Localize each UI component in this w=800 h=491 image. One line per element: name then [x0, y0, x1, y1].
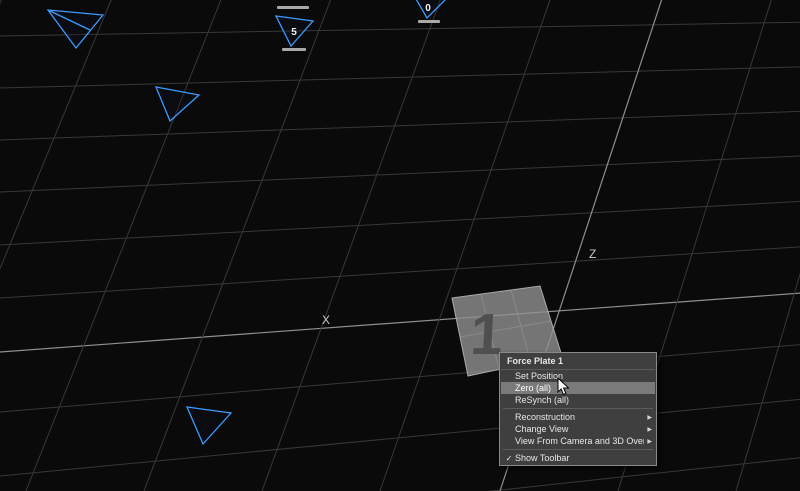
menu-item-label: Zero (all) [515, 383, 649, 393]
grid-line [0, 153, 800, 194]
camera-icon-0[interactable]: 0 [412, 0, 448, 23]
z-axis-label: Z [589, 247, 596, 261]
grid-line [733, 0, 800, 491]
3d-viewport[interactable]: X Z 1 5 0 [0, 0, 800, 491]
check-icon: ✓ [503, 454, 515, 463]
camera-icon[interactable] [156, 87, 199, 121]
submenu-arrow-icon: ▶ [647, 414, 652, 421]
grid-line [0, 109, 800, 141]
menu-item-zero-all[interactable]: Zero (all) [501, 382, 655, 394]
perspective-grid: X Z 1 5 0 [0, 0, 800, 491]
menu-item-change-view[interactable]: Change View▶ [501, 423, 655, 435]
camera-info-text [277, 6, 309, 9]
grid-line [0, 394, 800, 480]
menu-item-label: Change View [515, 424, 644, 434]
camera-info-text [418, 20, 440, 23]
menu-item-reconstruction[interactable]: Reconstruction▶ [501, 411, 655, 423]
menu-item-label: View From Camera and 3D Overlay [515, 436, 644, 446]
grid-line [141, 0, 335, 491]
grid-line [0, 340, 800, 416]
camera-icon[interactable] [187, 407, 231, 444]
menu-separator [503, 449, 653, 450]
submenu-arrow-icon: ▶ [647, 426, 652, 433]
x-axis-label: X [322, 313, 330, 327]
grid-line [259, 0, 444, 491]
axis-grid-line [0, 289, 800, 355]
grid-line [0, 65, 800, 89]
grid-line [0, 198, 800, 247]
grid-line [0, 21, 800, 36]
menu-item-label: Reconstruction [515, 412, 644, 422]
context-menu-items: Set Position Zero (all) ReSynch (all) Recon… [501, 370, 655, 464]
camera-number: 0 [425, 3, 431, 14]
menu-item-set-position[interactable]: Set Position [501, 370, 655, 382]
menu-item-label: Set Position [515, 371, 649, 381]
camera-info-text [282, 48, 306, 51]
grid-line [0, 0, 115, 491]
menu-item-label: Show Toolbar [515, 453, 649, 463]
camera-number: 5 [291, 27, 297, 38]
menu-item-view-from-camera-and-3d-overlay[interactable]: View From Camera and 3D Overlay▶ [501, 435, 655, 447]
context-menu-title: Force Plate 1 [501, 354, 655, 370]
context-menu: Force Plate 1 Set Position Zero (all) ReSy… [499, 352, 657, 466]
camera-icon-5[interactable]: 5 [276, 6, 313, 51]
floor-grid [0, 0, 800, 491]
grid-line [0, 451, 800, 491]
menu-item-resynch-all[interactable]: ReSynch (all) [501, 394, 655, 406]
submenu-arrow-icon: ▶ [647, 438, 652, 445]
menu-separator [503, 408, 653, 409]
camera-icon[interactable] [48, 10, 103, 48]
menu-item-show-toolbar[interactable]: ✓Show Toolbar [501, 452, 655, 464]
mouse-cursor [557, 377, 571, 397]
menu-item-label: ReSynch (all) [515, 395, 649, 405]
grid-line [0, 0, 6, 491]
